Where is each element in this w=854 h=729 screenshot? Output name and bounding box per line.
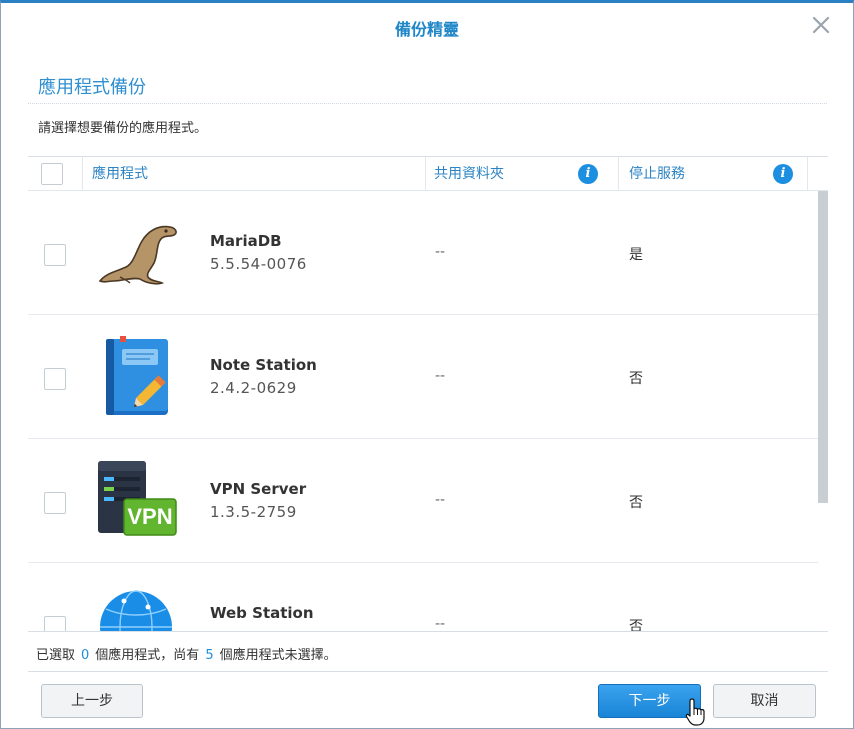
titlebar: 備份精靈 [1,3,853,51]
scrollbar-thumb[interactable] [818,191,828,503]
app-version: 5.5.54-0076 [210,255,307,273]
cancel-button[interactable]: 取消 [713,684,816,718]
app-name: VPN Server [210,480,307,498]
app-name: Note Station [210,356,317,374]
table-row[interactable]: Note Station 2.4.2-0629 -- 否 [28,315,818,439]
backup-wizard-dialog: 備份精靈 應用程式備份 請選擇想要備份的應用程式。 應用程式 共用資料夾 i 停… [0,0,854,729]
status-prefix: 已選取 [36,648,76,663]
section-title: 應用程式備份 [38,77,146,98]
stop-service-value: 是 [629,247,643,263]
grid-rows: MariaDB 5.5.54-0076 -- 是 Note Station 2.… [28,191,818,631]
app-grid: 應用程式 共用資料夾 i 停止服務 i MariaDB 5.5.54-0076 … [28,156,828,631]
note-station-icon [96,335,178,417]
column-header-stop-service[interactable]: 停止服務 [629,157,685,191]
vpn-badge-label: VPN [127,504,173,529]
shared-folder-value: -- [435,492,446,508]
shared-folder-value: -- [435,244,446,260]
table-row[interactable]: Web Station -- 否 [28,563,818,631]
selected-count: 0 [81,648,90,663]
app-version: 1.3.5-2759 [210,503,297,521]
header-separator [425,157,426,191]
section-divider [28,103,827,104]
shared-folder-value: -- [435,616,446,631]
close-icon[interactable] [809,13,833,37]
header-separator [807,157,808,191]
select-all-checkbox[interactable] [41,163,63,185]
row-checkbox[interactable] [44,368,66,390]
app-version: 2.4.2-0629 [210,379,297,397]
stop-service-info-icon[interactable]: i [773,164,793,184]
selection-status-text: 已選取 0 個應用程式，尚有 5 個應用程式未選擇。 [36,644,337,663]
table-row[interactable]: VPN VPN Server 1.3.5-2759 -- 否 [28,439,818,563]
instruction-text: 請選擇想要備份的應用程式。 [38,121,208,136]
unselected-count: 5 [205,648,214,663]
dialog-title: 備份精靈 [394,20,459,39]
mariadb-seal-icon [96,211,178,293]
row-checkbox[interactable] [44,492,66,514]
stop-service-value: 否 [629,495,643,511]
stop-service-value: 否 [629,371,643,387]
stop-service-value: 否 [629,619,643,631]
grid-scrollbar[interactable] [818,191,828,631]
vpn-server-icon: VPN [96,459,178,541]
previous-button[interactable]: 上一步 [41,684,143,718]
table-row[interactable]: MariaDB 5.5.54-0076 -- 是 [28,191,818,315]
shared-folder-value: -- [435,368,446,384]
row-checkbox[interactable] [44,244,66,266]
header-separator [82,157,83,191]
app-name: MariaDB [210,232,282,250]
row-checkbox[interactable] [44,616,66,631]
selection-status-bar: 已選取 0 個應用程式，尚有 5 個應用程式未選擇。 [28,631,828,672]
hand-pointer-cursor-icon [685,697,707,727]
web-station-globe-icon [96,587,178,631]
app-name: Web Station [210,604,314,622]
column-header-app[interactable]: 應用程式 [92,157,148,191]
status-suffix: 個應用程式未選擇。 [219,648,337,663]
column-header-shared-folder[interactable]: 共用資料夾 [434,157,504,191]
status-middle: 個應用程式，尚有 [95,648,200,663]
grid-header: 應用程式 共用資料夾 i 停止服務 i [28,157,828,191]
shared-folder-info-icon[interactable]: i [578,164,598,184]
header-separator [618,157,619,191]
